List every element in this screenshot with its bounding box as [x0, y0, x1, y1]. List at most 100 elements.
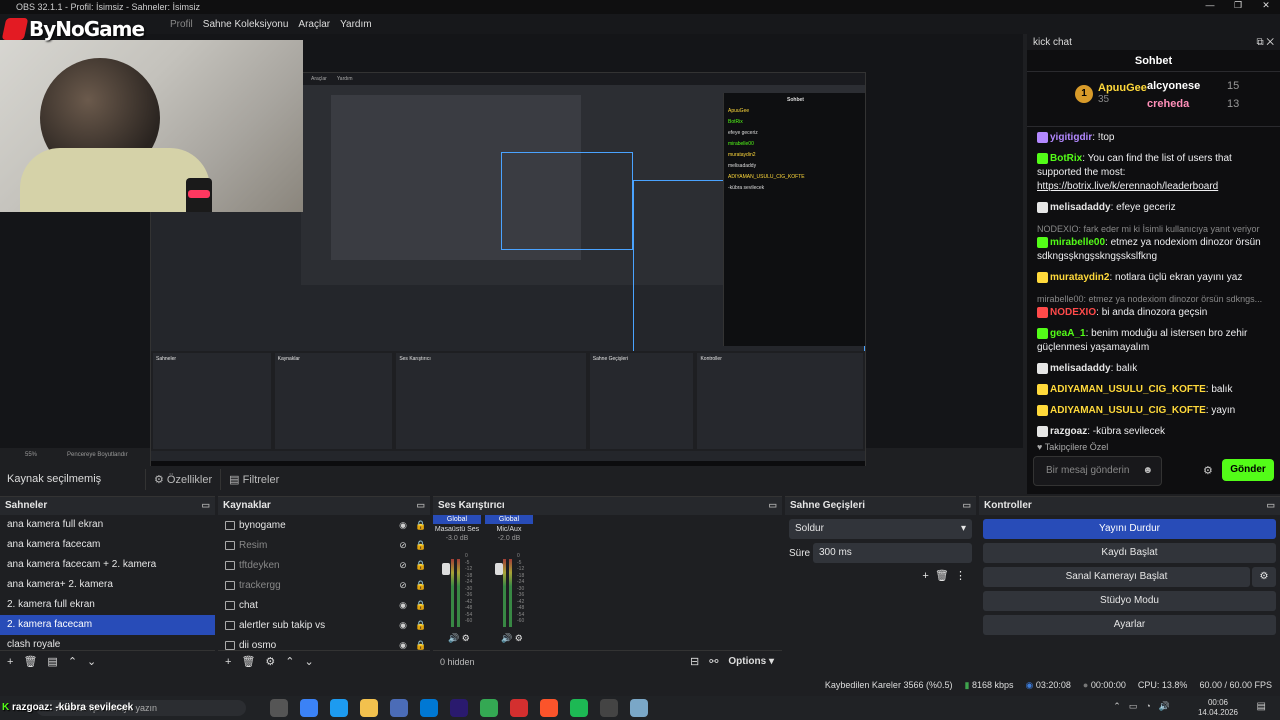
chrome-icon[interactable] [480, 699, 498, 717]
eye-icon[interactable]: ◉ [394, 600, 412, 611]
menu-profile[interactable]: Profil [170, 19, 193, 30]
spotify-icon[interactable] [570, 699, 588, 717]
add-icon[interactable]: + [922, 570, 928, 582]
chat-message[interactable]: melisadaddy: balık [1037, 362, 1270, 376]
minimize-icon[interactable]: — [1196, 0, 1224, 11]
remove-icon[interactable]: 🗑 [241, 655, 255, 668]
volume-icon[interactable]: 🔊 [1159, 701, 1170, 712]
chat-message[interactable]: ADIYAMAN_USULU_CIG_KOFTE: yayın [1037, 404, 1270, 418]
chat-username[interactable]: murataydin2 [1050, 272, 1109, 283]
chat-message[interactable]: geaA_1: benim moduğu al istersen bro zeh… [1037, 327, 1270, 355]
zoom-level[interactable]: 55% [25, 452, 37, 458]
lock-icon[interactable]: 🔒 [412, 600, 430, 611]
leader-third[interactable]: creheda 13 [1147, 98, 1239, 110]
lock-icon[interactable]: 🔒 [412, 520, 430, 531]
chat-link[interactable]: https://botrix.live/k/erennaoh/leaderboa… [1037, 181, 1218, 192]
eye-icon[interactable]: ◉ [394, 620, 412, 631]
menu-help[interactable]: Yardım [340, 19, 372, 30]
chat-settings-icon[interactable]: ⚙ [1203, 464, 1213, 477]
network-icon[interactable]: ▭ [1129, 701, 1138, 712]
gear-icon[interactable]: ⚙ [265, 655, 275, 668]
explorer-icon[interactable] [360, 699, 378, 717]
dock-close-icon[interactable]: ⧉ ✕ [1256, 37, 1274, 48]
start-recording-button[interactable]: Kaydı Başlat [983, 543, 1276, 563]
lock-icon[interactable]: 🔒 [412, 560, 430, 571]
add-icon[interactable]: + [225, 656, 231, 668]
store-icon[interactable] [390, 699, 408, 717]
scene-item[interactable]: 2. kamera facecam [0, 615, 215, 635]
lock-icon[interactable]: 🔒 [412, 580, 430, 591]
scene-item[interactable]: ana kamera full ekran [0, 515, 215, 535]
premiere-icon[interactable] [450, 699, 468, 717]
mute-icon[interactable]: 🔊 ⚙ [448, 633, 470, 644]
lock-icon[interactable]: 🔒 [412, 620, 430, 631]
emoji-icon[interactable]: ☻ [1142, 465, 1153, 476]
add-icon[interactable]: + [7, 656, 13, 668]
scene-item[interactable]: ana kamera+ 2. kamera [0, 575, 215, 595]
source-item[interactable]: Resim ⊘ 🔒 [218, 535, 430, 555]
chat-message[interactable]: ADIYAMAN_USULU_CIG_KOFTE: balık [1037, 383, 1270, 397]
copilot-icon[interactable] [300, 699, 318, 717]
eye-off-icon[interactable]: ⊘ [394, 540, 412, 551]
dock-float-icon[interactable]: ▭ [201, 500, 210, 511]
volume-slider[interactable] [442, 563, 450, 575]
chat-message[interactable]: razgoaz: -kübra sevilecek [1037, 425, 1270, 439]
options-button[interactable]: Options ▾ [728, 656, 774, 667]
down-icon[interactable]: ⌄ [305, 655, 314, 668]
source-item[interactable]: tftdeyken ⊘ 🔒 [218, 555, 430, 575]
chevron-up-icon[interactable]: ⌃ [1113, 701, 1121, 712]
scene-item[interactable]: 2. kamera full ekran [0, 595, 215, 615]
dock-float-icon[interactable]: ▭ [416, 500, 425, 511]
duration-input[interactable]: 300 ms [813, 543, 972, 563]
wifi-icon[interactable]: ◔ [1145, 701, 1150, 712]
up-icon[interactable]: ⌃ [68, 655, 77, 668]
chat-message[interactable]: NODEXIO: fark eder mi ki İsimli kullanıc… [1037, 222, 1270, 264]
dock-float-icon[interactable]: ▭ [962, 500, 971, 511]
menu-tools[interactable]: Araçlar [298, 19, 330, 30]
outlook-icon[interactable] [420, 699, 438, 717]
chat-username[interactable]: NODEXIO [1050, 307, 1096, 318]
remove-icon[interactable]: 🗑 [935, 570, 949, 582]
send-button[interactable]: Gönder [1222, 459, 1274, 481]
zoom-mode[interactable]: Pencereye Boyutlandır [67, 452, 128, 458]
chat-username[interactable]: melisadaddy [1050, 202, 1111, 213]
brave-icon[interactable] [540, 699, 558, 717]
stop-stream-button[interactable]: Yayını Durdur [983, 519, 1276, 539]
chat-message[interactable]: yigitigdir: !top [1037, 131, 1270, 145]
clock[interactable]: 00:06 14.04.2026 [1198, 698, 1238, 718]
opera-icon[interactable] [510, 699, 528, 717]
remove-icon[interactable]: 🗑 [23, 655, 37, 668]
leader-first[interactable]: 1 ApuuGee 35 [1075, 82, 1147, 105]
settings-button[interactable]: Ayarlar [983, 615, 1276, 635]
chat-message[interactable]: BotRix: You can find the list of users t… [1037, 152, 1270, 194]
scene-item[interactable]: ana kamera facecam [0, 535, 215, 555]
transition-select[interactable]: Soldur ▾ [789, 519, 972, 539]
more-icon[interactable]: ⋮ [955, 570, 966, 582]
menu-scene-collection[interactable]: Sahne Koleksiyonu [203, 19, 289, 30]
link-icon[interactable]: ⚯ [709, 655, 718, 668]
chat-username[interactable]: BotRix [1050, 153, 1082, 164]
mute-icon[interactable]: 🔊 ⚙ [501, 633, 523, 644]
chat-username[interactable]: ADIYAMAN_USULU_CIG_KOFTE [1050, 405, 1206, 416]
filters-button[interactable]: ▤ Filtreler [220, 468, 287, 490]
dock-float-icon[interactable]: ▭ [768, 500, 777, 511]
chat-message[interactable]: melisadaddy: efeye geceriz [1037, 201, 1270, 215]
lock-icon[interactable]: 🔒 [412, 640, 430, 651]
eye-off-icon[interactable]: ⊘ [394, 580, 412, 591]
close-icon[interactable]: ✕ [1252, 0, 1280, 11]
down-icon[interactable]: ⌄ [87, 655, 96, 668]
chat-username[interactable]: geaA_1 [1050, 328, 1086, 339]
volume-slider[interactable] [495, 563, 503, 575]
properties-button[interactable]: ⚙ Özellikler [145, 468, 220, 490]
scene-item[interactable]: ana kamera facecam + 2. kamera [0, 555, 215, 575]
lock-icon[interactable]: 🔒 [412, 540, 430, 551]
virtual-camera-button[interactable]: Sanal Kamerayı Başlat [983, 567, 1250, 587]
notepad-icon[interactable] [630, 699, 648, 717]
eye-off-icon[interactable]: ⊘ [394, 560, 412, 571]
chat-message[interactable]: murataydin2: notlara üçlü ekran yayını y… [1037, 271, 1270, 285]
source-item[interactable]: chat ◉ 🔒 [218, 595, 430, 615]
notification-icon[interactable]: ▤ [1257, 701, 1266, 712]
up-icon[interactable]: ⌃ [285, 655, 294, 668]
chat-input[interactable]: Bir mesaj gönderin ☻ [1033, 456, 1162, 486]
chat-username[interactable]: melisadaddy [1050, 363, 1111, 374]
